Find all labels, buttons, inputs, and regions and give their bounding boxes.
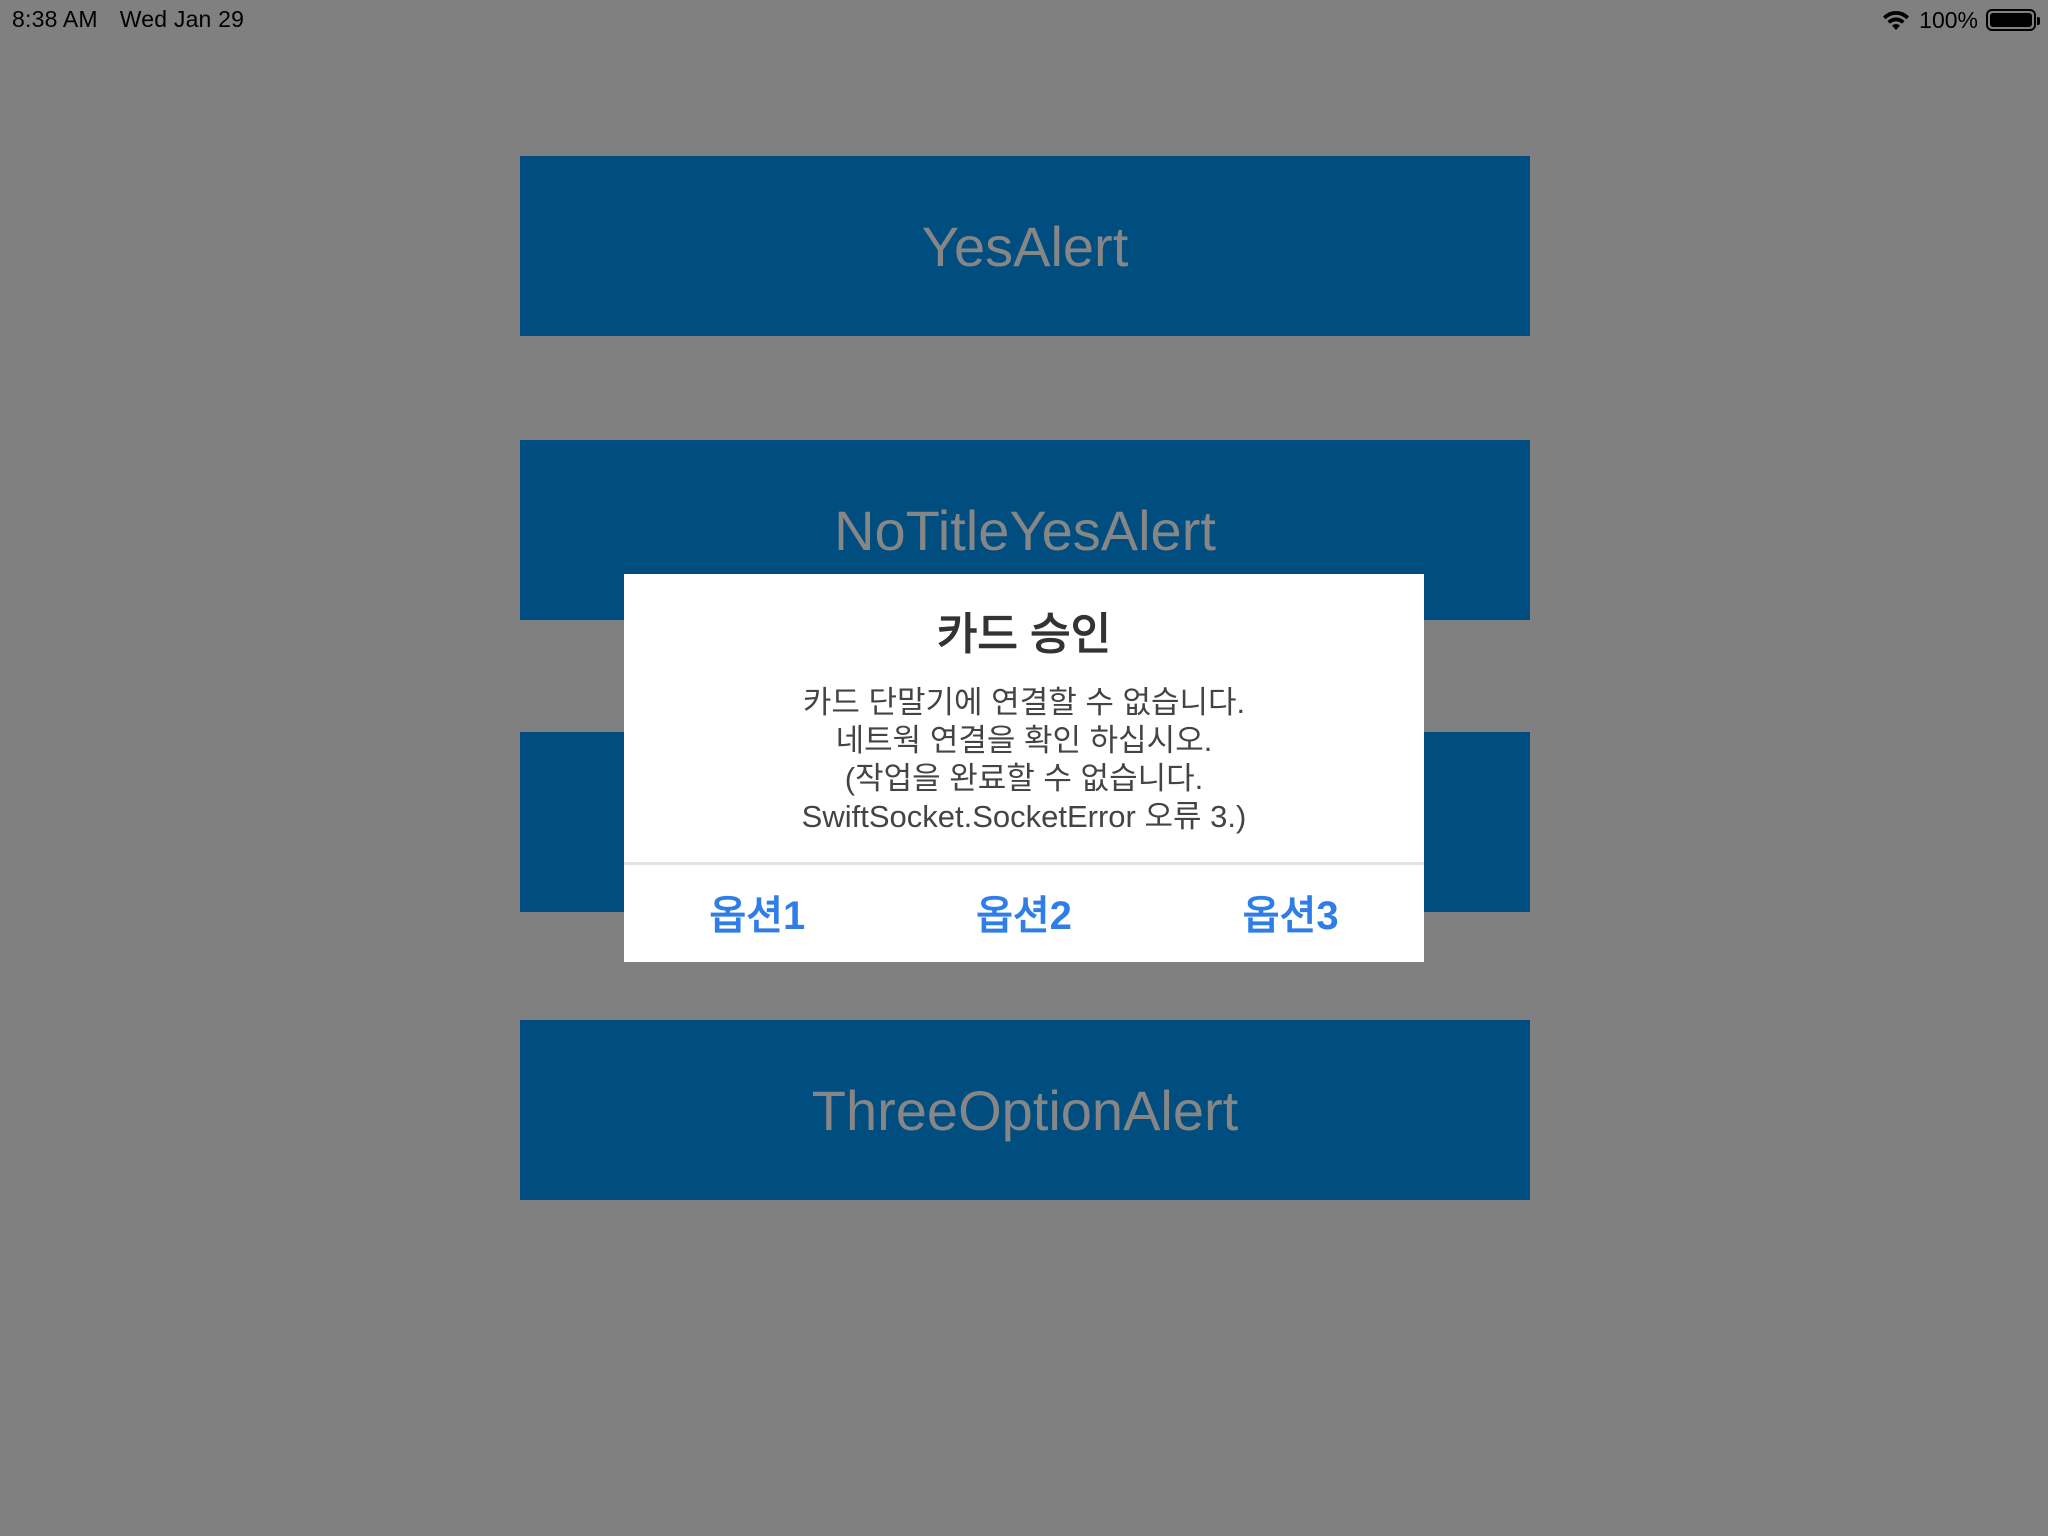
three-option-alert-button[interactable]: ThreeOptionAlert — [520, 1020, 1530, 1200]
alert-message-line: (작업을 완료할 수 없습니다. — [844, 761, 1204, 796]
wifi-icon — [1881, 9, 1911, 31]
status-left: 8:38 AM Wed Jan 29 — [12, 6, 266, 33]
alert-dialog: 카드 승인 카드 단말기에 연결할 수 없습니다. 네트웍 연결을 확인 하십시… — [624, 574, 1424, 962]
status-right: 100% — [1881, 4, 2040, 36]
battery-icon — [1986, 9, 2040, 31]
battery-percent: 100% — [1919, 6, 1978, 33]
yes-alert-button[interactable]: YesAlert — [520, 156, 1530, 336]
yes-alert-button-label: YesAlert — [921, 214, 1129, 278]
option-2-button[interactable]: 옵션2 — [891, 865, 1158, 962]
option-2-label: 옵션2 — [976, 893, 1072, 938]
alert-message: 카드 단말기에 연결할 수 없습니다. 네트웍 연결을 확인 하십시오. (작업… — [624, 684, 1424, 836]
status-date: Wed Jan 29 — [119, 6, 245, 32]
option-1-label: 옵션1 — [709, 893, 806, 938]
no-title-yes-alert-button-label: NoTitleYesAlert — [834, 498, 1216, 562]
three-option-alert-button-label: ThreeOptionAlert — [811, 1078, 1239, 1142]
alert-message-line: 네트웍 연결을 확인 하십시오. — [835, 723, 1213, 758]
status-bar: 8:38 AM Wed Jan 29 100% — [0, 0, 2048, 40]
option-3-label: 옵션3 — [1242, 893, 1339, 938]
alert-message-line: SwiftSocket.SocketError 오류 3.) — [801, 799, 1247, 834]
alert-message-line: 카드 단말기에 연결할 수 없습니다. — [802, 685, 1246, 720]
option-3-button[interactable]: 옵션3 — [1157, 865, 1424, 962]
alert-actions: 옵션1 옵션2 옵션3 — [624, 865, 1424, 962]
battery-cap — [2037, 17, 2040, 25]
option-1-button[interactable]: 옵션1 — [624, 865, 891, 962]
alert-title: 카드 승인 — [936, 610, 1112, 659]
status-time: 8:38 AM — [12, 6, 98, 32]
battery-fill — [1990, 13, 2032, 27]
